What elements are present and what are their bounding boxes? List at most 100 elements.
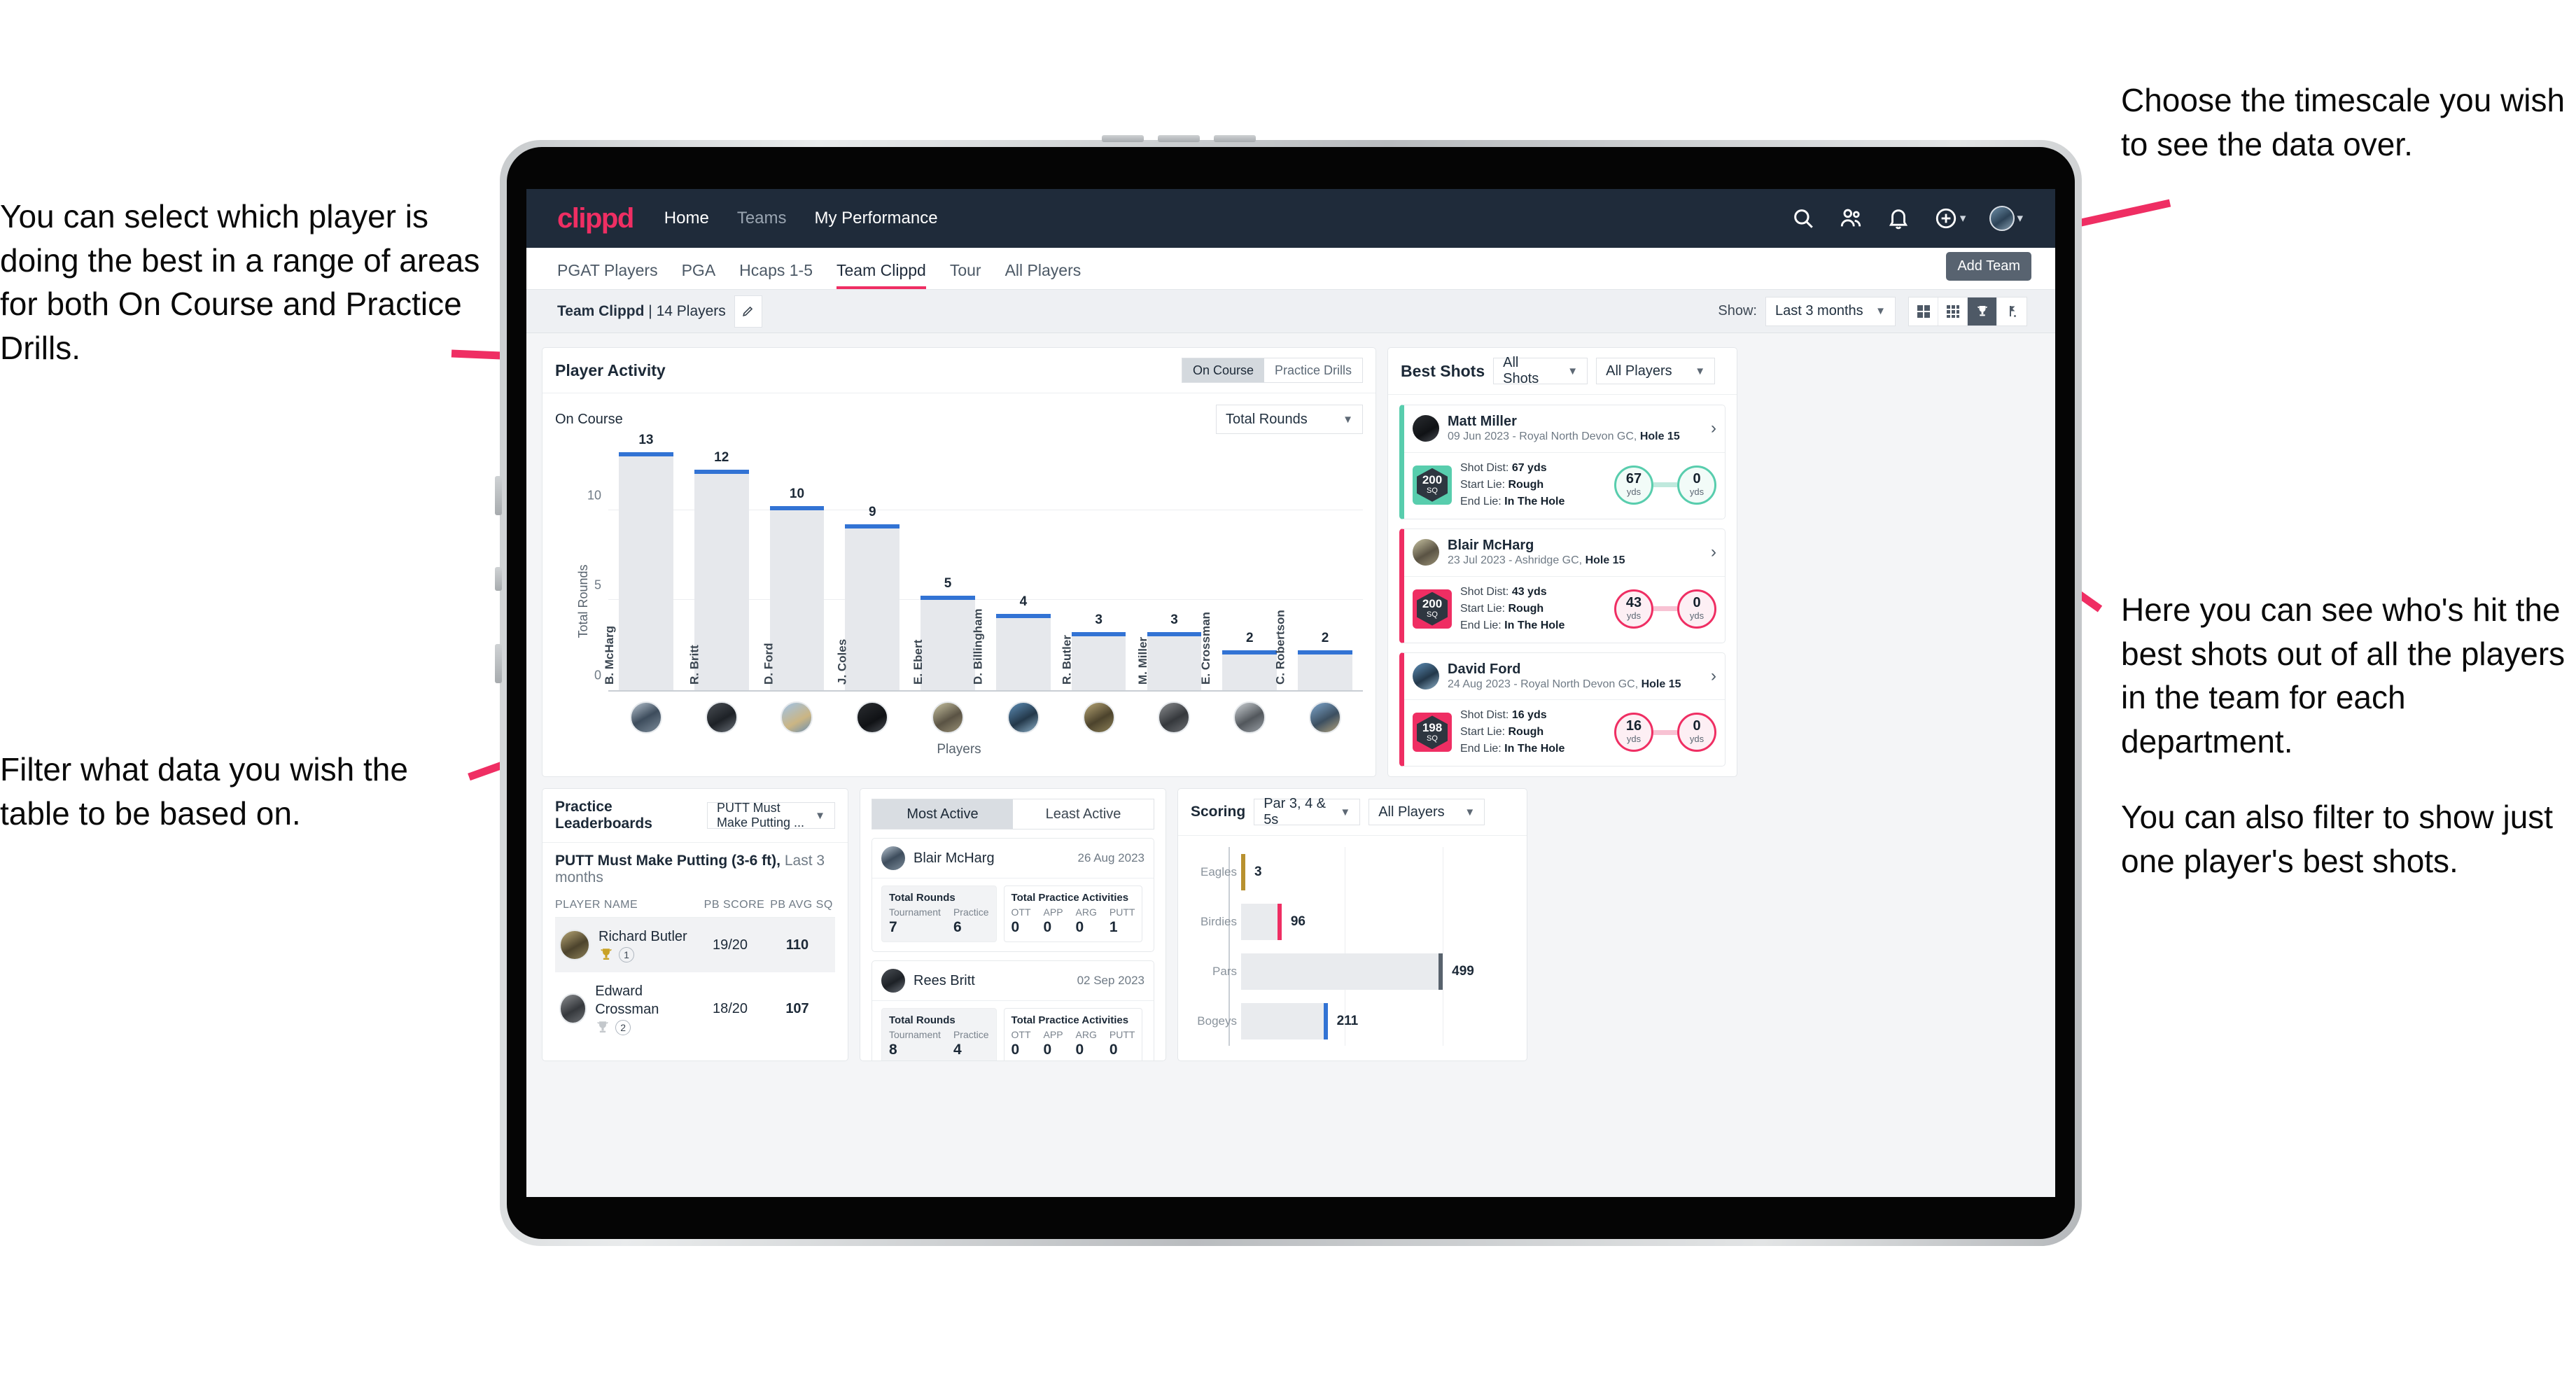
player-avatar[interactable] xyxy=(1082,701,1115,734)
leaderboard-row[interactable]: Edward Crossman 2 18/20 107 xyxy=(555,972,835,1045)
best-shots-shot-filter[interactable]: All Shots ▼ xyxy=(1493,355,1588,386)
chart-bar-group[interactable]: 4 D. Billingham xyxy=(972,438,1061,690)
tab-team-clippd[interactable]: Team Clippd xyxy=(836,261,926,289)
chart-avatar-cell xyxy=(910,701,986,734)
best-shots-player-filter[interactable]: All Players ▼ xyxy=(1596,358,1716,384)
scoring-bar-row[interactable]: Bogeys 211 xyxy=(1197,1002,1514,1040)
tab-least-active[interactable]: Least Active xyxy=(1013,799,1154,829)
scoring-bar-row[interactable]: Birdies 96 xyxy=(1200,903,1514,940)
chart-bar[interactable]: E. Ebert xyxy=(911,596,975,690)
player-avatar[interactable] xyxy=(932,701,965,734)
plus-circle-icon[interactable] xyxy=(1934,206,1958,230)
activity-metric-select[interactable]: Total Rounds ▼ xyxy=(1216,405,1363,434)
activity-date: 26 Aug 2023 xyxy=(1077,851,1144,865)
player-avatar[interactable] xyxy=(1007,701,1040,734)
tab-most-active[interactable]: Most Active xyxy=(872,799,1013,830)
tab-pgat-players[interactable]: PGAT Players xyxy=(557,261,658,289)
golf-flag-icon[interactable] xyxy=(1997,298,2026,326)
chart-bar[interactable]: B. McHarg xyxy=(603,451,673,690)
chart-bar-group[interactable]: 13 B. McHarg xyxy=(603,433,684,690)
start-distance-value: 67 xyxy=(1625,470,1642,486)
team-separator: | xyxy=(644,302,657,319)
activity-item[interactable]: Blair McHarg 26 Aug 2023 Total Rounds Tourn… xyxy=(872,838,1154,953)
people-icon[interactable] xyxy=(1839,206,1863,230)
tab-pga[interactable]: PGA xyxy=(682,261,716,289)
grid-2x2-icon[interactable] xyxy=(1909,297,1938,326)
chart-bar-group[interactable]: 9 J. Coles xyxy=(834,438,910,690)
chart-bar-group[interactable]: 10 D. Ford xyxy=(760,438,835,690)
chevron-right-icon[interactable]: › xyxy=(1711,419,1716,438)
player-avatar[interactable] xyxy=(1233,701,1266,734)
scoring-par-filter[interactable]: Par 3, 4 & 5s ▼ xyxy=(1254,796,1361,827)
best-shot-card[interactable]: David Ford 24 Aug 2023 - Royal North Devo… xyxy=(1399,652,1726,767)
grid-3x3-icon[interactable] xyxy=(1938,297,1968,326)
player-avatar[interactable] xyxy=(780,701,813,734)
add-menu[interactable]: ▾ xyxy=(1934,206,1966,230)
activity-item[interactable]: Rees Britt 02 Sep 2023 Total Rounds Tournam… xyxy=(872,960,1154,1061)
chart-bar-group[interactable]: 2 C. Robertson xyxy=(1274,438,1363,690)
player-avatar[interactable] xyxy=(1158,701,1191,734)
edit-team-button[interactable] xyxy=(734,295,762,328)
nav-link-teams[interactable]: Teams xyxy=(737,209,787,228)
tab-tour[interactable]: Tour xyxy=(950,261,981,289)
timescale-select[interactable]: Last 3 months ▼ xyxy=(1765,296,1896,326)
scoring-bar-row[interactable]: Pars 499 xyxy=(1212,953,1514,990)
tab-hcaps-1-5[interactable]: Hcaps 1-5 xyxy=(739,261,813,289)
scoring-bar-cap xyxy=(1438,953,1443,990)
total-practice-title: Total Practice Activities xyxy=(1011,1014,1129,1027)
chart-bar[interactable]: M. Miller xyxy=(1136,631,1202,690)
best-shot-card[interactable]: Matt Miller 09 Jun 2023 - Royal North Dev… xyxy=(1399,405,1726,519)
player-avatar[interactable] xyxy=(705,701,738,734)
dashboard-row-bottom: Practice Leaderboards PUTT Must Make Put… xyxy=(542,788,2040,1062)
scoring-bar[interactable] xyxy=(1241,953,1443,990)
shot-distance-start: 16 yds xyxy=(1614,713,1653,752)
practice-col-header: ARG xyxy=(1075,1029,1097,1041)
segment-on-course[interactable]: On Course xyxy=(1182,358,1264,382)
chart-x-axis-line xyxy=(608,690,1363,692)
chart-bar[interactable]: D. Billingham xyxy=(972,608,1051,690)
scoring-player-filter[interactable]: All Players ▼ xyxy=(1368,799,1485,826)
chart-bar[interactable]: J. Coles xyxy=(836,524,900,690)
scoring-bar[interactable] xyxy=(1241,903,1282,940)
scoring-bar-row[interactable]: Eagles 3 xyxy=(1200,853,1514,890)
end-distance-unit: yds xyxy=(1689,610,1704,621)
shot-distance-visual: 43 yds 0 yds xyxy=(1614,589,1716,629)
leaderboard-row[interactable]: Richard Butler 1 19/20 110 xyxy=(555,918,835,973)
shot-quality-value: 200 xyxy=(1422,596,1443,610)
chart-bar[interactable]: C. Robertson xyxy=(1274,610,1352,690)
chart-bar[interactable]: D. Ford xyxy=(762,505,825,690)
avatar[interactable] xyxy=(1989,206,2015,231)
segment-practice-drills[interactable]: Practice Drills xyxy=(1264,358,1362,382)
chevron-right-icon[interactable]: › xyxy=(1711,542,1716,562)
chart-bar[interactable]: E. Crossman xyxy=(1199,612,1278,690)
nav-link-home[interactable]: Home xyxy=(664,209,709,228)
practice-col-header: PUTT xyxy=(1109,1029,1135,1041)
total-rounds-box: Total Rounds Tournament 8 Practice 4 xyxy=(881,1008,997,1061)
chart-bar[interactable]: R. Butler xyxy=(1060,631,1126,690)
chevron-right-icon[interactable]: › xyxy=(1711,666,1716,686)
search-icon[interactable] xyxy=(1791,206,1815,230)
scoring-bar[interactable] xyxy=(1241,853,1245,890)
bell-icon[interactable] xyxy=(1886,206,1910,230)
clippd-logo[interactable]: clippd xyxy=(557,203,634,234)
practice-col-header: APP xyxy=(1043,1029,1063,1041)
scoring-bar[interactable] xyxy=(1241,1002,1328,1040)
chart-bar-group[interactable]: 3 R. Butler xyxy=(1060,438,1137,690)
hexagon-icon: 198 SQ xyxy=(1417,715,1448,750)
column-pb-avg-sq: PB AVG SQ xyxy=(770,899,833,911)
nav-icon-group: ▾ ▾ xyxy=(1791,206,2023,231)
trophy-icon[interactable] xyxy=(1968,297,1997,326)
user-menu[interactable]: ▾ xyxy=(1989,206,2023,231)
best-shot-card[interactable]: Blair McHarg 23 Jul 2023 - Ashridge GC, H… xyxy=(1399,528,1726,643)
scoring-player-filter-value: All Players xyxy=(1378,804,1445,820)
chart-bar[interactable]: R. Britt xyxy=(687,470,749,690)
player-avatar[interactable] xyxy=(856,701,889,734)
pencil-icon xyxy=(743,306,753,316)
player-avatar[interactable] xyxy=(1309,701,1342,734)
chart-avatar-cell xyxy=(834,701,910,734)
nav-link-my-performance[interactable]: My Performance xyxy=(815,209,938,228)
player-avatar[interactable] xyxy=(629,701,662,734)
drill-select[interactable]: PUTT Must Make Putting ... ▼ xyxy=(706,801,835,830)
tab-all-players[interactable]: All Players xyxy=(1005,261,1082,289)
chart-bar-group[interactable]: 12 R. Britt xyxy=(684,438,760,690)
